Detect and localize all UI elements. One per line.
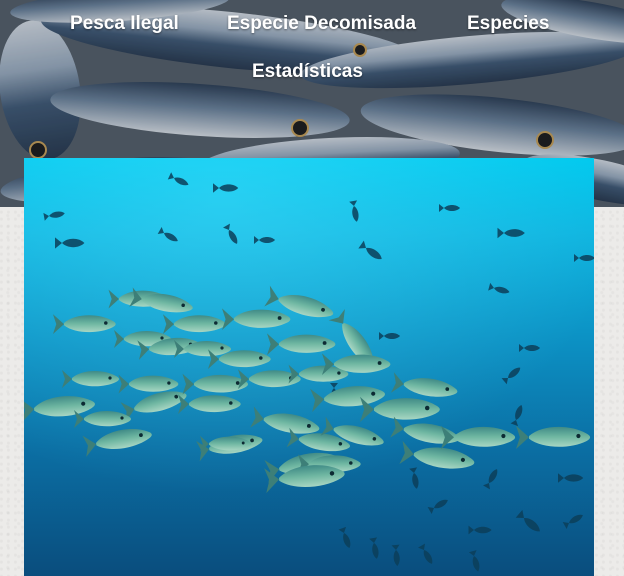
nav-link-especies[interactable]: Especies — [467, 13, 549, 35]
fish-school-illustration — [24, 158, 594, 576]
nav-link-estadisticas[interactable]: Estadísticas — [252, 61, 363, 83]
nav-link-pesca-ilegal[interactable]: Pesca Ilegal — [70, 13, 179, 35]
main-navigation: Pesca Ilegal Especie Decomisada Especies… — [0, 0, 624, 100]
page: Pesca Ilegal Especie Decomisada Especies… — [0, 0, 624, 576]
nav-link-especie-decomisada[interactable]: Especie Decomisada — [227, 13, 416, 35]
underwater-fish-image — [24, 158, 594, 576]
